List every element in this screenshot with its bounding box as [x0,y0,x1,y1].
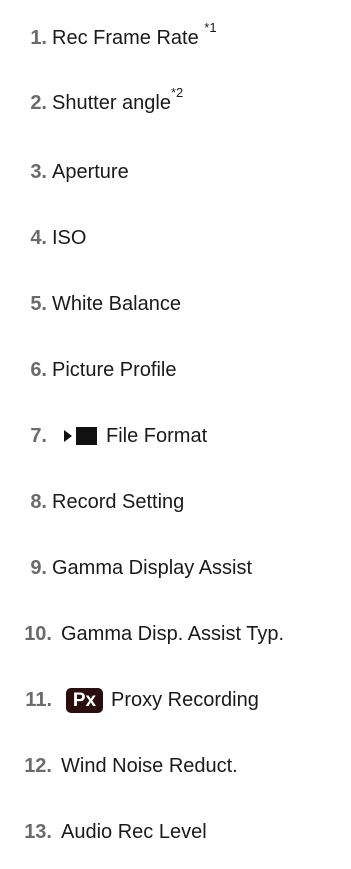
list-item-proxy-recording: 11. Px Proxy Recording [0,680,351,720]
item-label: File Format [106,425,208,447]
list-item-wind-noise-reduct: 12. Wind Noise Reduct. [0,746,351,786]
item-number: 5. [30,293,47,315]
item-label: Record Setting [52,491,185,513]
item-label: White Balance [52,293,181,315]
list-item-file-format: 7. File Format [0,416,351,456]
footnote-marker: *2 [170,85,184,101]
item-label: Gamma Disp. Assist Typ. [61,623,285,645]
list-item-gamma-disp-assist-typ: 10. Gamma Disp. Assist Typ. [0,614,351,654]
list-item-audio-rec-level: 13. Audio Rec Level [0,812,351,852]
item-number: 7. [30,425,47,447]
item-label: Shutter angle*2 [52,83,183,123]
item-label: Audio Rec Level [61,821,207,843]
item-number: 9. [30,557,47,579]
item-number: 2. [30,92,47,114]
list-item-aperture: 3. Aperture [0,152,351,192]
list-item-gamma-display-assist: 9. Gamma Display Assist [0,548,351,588]
item-label-text: Shutter angle [52,92,171,114]
item-label: Gamma Display Assist [52,557,253,579]
list-item-white-balance: 5. White Balance [0,284,351,324]
item-label-text: Rec Frame Rate [52,27,205,49]
item-number: 10. [24,623,52,645]
item-label: Picture Profile [52,359,177,381]
item-label: Proxy Recording [111,689,259,711]
item-number: 1. [30,27,47,49]
item-number: 11. [25,689,52,711]
item-label: Rec Frame Rate *1 [52,18,217,58]
list-item-shutter-angle: 2. Shutter angle*2 [0,83,351,123]
list-item-iso: 4. ISO [0,218,351,258]
list-item-record-setting: 8. Record Setting [0,482,351,522]
item-number: 12. [24,755,52,777]
item-number: 4. [30,227,47,249]
list-item-rec-frame-rate: 1. Rec Frame Rate *1 [0,18,351,58]
footnote-marker: *1 [204,20,217,36]
settings-list: 1. Rec Frame Rate *1 2. Shutter angle*2 … [0,0,351,869]
proxy-icon: Px [66,688,103,713]
list-item-picture-profile: 6. Picture Profile [0,350,351,390]
movie-mode-icon [64,427,97,445]
item-number: 6. [30,359,47,381]
item-label: Wind Noise Reduct. [61,755,238,777]
item-number: 8. [30,491,47,513]
item-label: ISO [52,227,87,249]
item-number: 13. [24,821,52,843]
item-number: 3. [30,161,47,183]
item-label: Aperture [52,161,129,183]
